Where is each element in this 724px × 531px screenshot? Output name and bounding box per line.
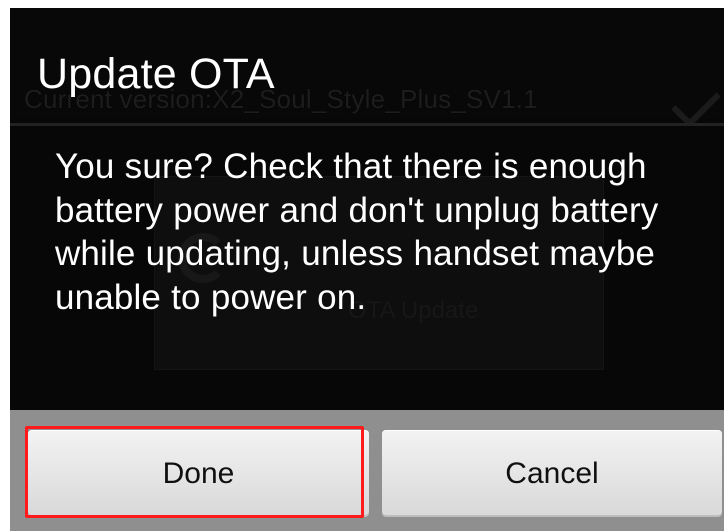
update-ota-dialog: Current version:X2_Soul_Style_Plus_SV1.1… (10, 8, 724, 531)
dialog-title: Update OTA (37, 50, 275, 98)
done-button[interactable]: Done (28, 430, 369, 517)
check-icon (671, 78, 721, 128)
dialog-message: You sure? Check that there is enough bat… (55, 147, 659, 317)
screen: Current version:X2_Soul_Style_Plus_SV1.1… (0, 0, 724, 531)
cancel-button[interactable]: Cancel (382, 430, 722, 517)
dialog-header: Current version:X2_Soul_Style_Plus_SV1.1… (10, 8, 724, 128)
